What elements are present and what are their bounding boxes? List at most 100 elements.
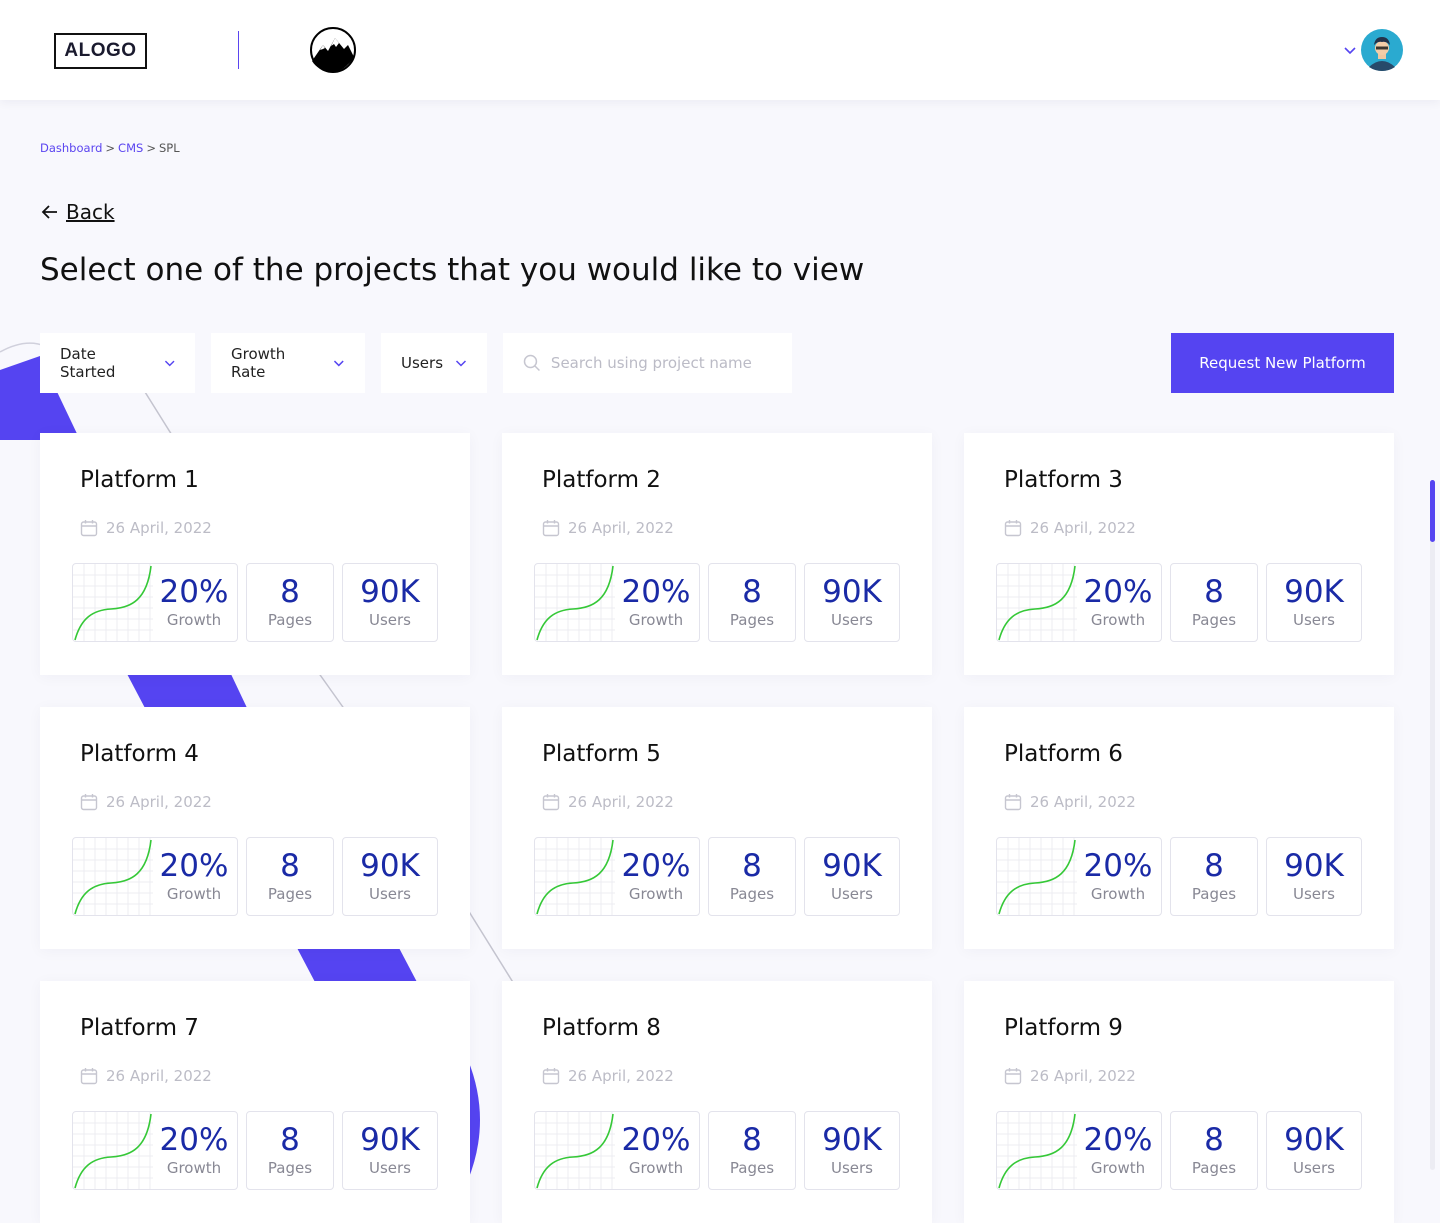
growth-value: 20% — [621, 1122, 691, 1158]
users-label: Users — [368, 885, 411, 903]
users-stat: 90K Users — [342, 1111, 438, 1190]
growth-mini-chart — [535, 564, 615, 641]
growth-mini-chart — [535, 1112, 615, 1189]
breadcrumb-dashboard[interactable]: Dashboard — [40, 141, 102, 155]
pages-label: Pages — [729, 611, 775, 629]
request-new-platform-button[interactable]: Request New Platform — [1171, 333, 1394, 393]
pages-value: 8 — [742, 848, 762, 884]
growth-value: 20% — [159, 848, 229, 884]
search-icon — [523, 354, 540, 371]
platform-date-text: 26 April, 2022 — [106, 1067, 212, 1085]
platform-card[interactable]: Platform 6 26 April, 2022 20% Growth 8 P… — [964, 707, 1394, 949]
platform-date-text: 26 April, 2022 — [106, 793, 212, 811]
platform-date: 26 April, 2022 — [80, 1067, 212, 1085]
calendar-icon — [542, 794, 560, 811]
platform-card[interactable]: Platform 7 26 April, 2022 20% Growth 8 P… — [40, 981, 470, 1223]
growth-mini-chart — [73, 1112, 153, 1189]
mountain-icon[interactable] — [310, 27, 356, 73]
brand-logo[interactable]: ALOGO — [54, 33, 147, 69]
users-value: 90K — [822, 574, 882, 610]
pages-label: Pages — [267, 885, 313, 903]
platform-card[interactable]: Platform 4 26 April, 2022 20% Growth 8 P… — [40, 707, 470, 949]
growth-stat: 20% Growth — [996, 1111, 1162, 1190]
platform-card[interactable]: Platform 8 26 April, 2022 20% Growth 8 P… — [502, 981, 932, 1223]
platform-date: 26 April, 2022 — [1004, 519, 1136, 537]
users-stat: 90K Users — [804, 1111, 900, 1190]
users-value: 90K — [1284, 574, 1344, 610]
platform-date: 26 April, 2022 — [542, 793, 674, 811]
users-stat: 90K Users — [804, 837, 900, 916]
platform-date: 26 April, 2022 — [542, 519, 674, 537]
filter-date-started[interactable]: Date Started — [40, 333, 195, 393]
growth-stat: 20% Growth — [534, 1111, 700, 1190]
pages-label: Pages — [1191, 611, 1237, 629]
chevron-down-icon — [334, 360, 345, 367]
calendar-icon — [80, 520, 98, 537]
platform-card[interactable]: Platform 9 26 April, 2022 20% Growth 8 P… — [964, 981, 1394, 1223]
breadcrumb-separator: > — [146, 141, 156, 155]
filter-growth-rate[interactable]: Growth Rate — [211, 333, 365, 393]
pages-stat: 8 Pages — [708, 837, 796, 916]
top-bar: ALOGO — [0, 0, 1440, 100]
platform-card[interactable]: Platform 5 26 April, 2022 20% Growth 8 P… — [502, 707, 932, 949]
users-label: Users — [1292, 611, 1335, 629]
platform-date-text: 26 April, 2022 — [568, 519, 674, 537]
users-label: Users — [830, 1159, 873, 1177]
filter-users[interactable]: Users — [381, 333, 487, 393]
breadcrumb-cms[interactable]: CMS — [118, 141, 143, 155]
platform-name: Platform 5 — [542, 741, 661, 767]
users-value: 90K — [1284, 848, 1344, 884]
users-stat: 90K Users — [342, 563, 438, 642]
growth-mini-chart — [73, 838, 153, 915]
brand-logo-text: ALOGO — [64, 40, 137, 61]
growth-value: 20% — [621, 574, 691, 610]
pages-value: 8 — [742, 1122, 762, 1158]
chevron-down-icon[interactable] — [1343, 43, 1357, 57]
calendar-icon — [542, 520, 560, 537]
users-stat: 90K Users — [342, 837, 438, 916]
platform-name: Platform 7 — [80, 1015, 199, 1041]
growth-label: Growth — [628, 885, 684, 903]
pages-value: 8 — [742, 574, 762, 610]
scrollbar-track[interactable] — [1430, 480, 1435, 1170]
pages-label: Pages — [729, 885, 775, 903]
platform-card[interactable]: Platform 1 26 April, 2022 20% Growth 8 P… — [40, 433, 470, 675]
platform-date-text: 26 April, 2022 — [106, 519, 212, 537]
platform-date-text: 26 April, 2022 — [568, 793, 674, 811]
growth-stat: 20% Growth — [72, 837, 238, 916]
search-box — [503, 333, 792, 393]
chevron-down-icon — [164, 360, 175, 367]
growth-label: Growth — [628, 611, 684, 629]
search-input[interactable] — [548, 353, 772, 373]
scrollbar-thumb[interactable] — [1430, 480, 1435, 542]
growth-stat: 20% Growth — [996, 837, 1162, 916]
chevron-down-icon — [455, 360, 467, 367]
pages-value: 8 — [280, 574, 300, 610]
platform-date-text: 26 April, 2022 — [1030, 519, 1136, 537]
growth-label: Growth — [166, 885, 222, 903]
platform-name: Platform 9 — [1004, 1015, 1123, 1041]
platform-name: Platform 1 — [80, 467, 199, 493]
calendar-icon — [1004, 794, 1022, 811]
growth-stat: 20% Growth — [996, 563, 1162, 642]
pages-value: 8 — [280, 1122, 300, 1158]
users-label: Users — [830, 611, 873, 629]
platform-date: 26 April, 2022 — [542, 1067, 674, 1085]
back-link[interactable]: Back — [40, 200, 115, 224]
growth-label: Growth — [1090, 885, 1146, 903]
users-value: 90K — [360, 1122, 420, 1158]
avatar-icon[interactable] — [1361, 29, 1403, 71]
platform-card[interactable]: Platform 2 26 April, 2022 20% Growth 8 P… — [502, 433, 932, 675]
platform-date: 26 April, 2022 — [1004, 1067, 1136, 1085]
platform-name: Platform 2 — [542, 467, 661, 493]
users-label: Users — [830, 885, 873, 903]
platform-name: Platform 8 — [542, 1015, 661, 1041]
calendar-icon — [80, 794, 98, 811]
platform-card[interactable]: Platform 3 26 April, 2022 20% Growth 8 P… — [964, 433, 1394, 675]
growth-stat: 20% Growth — [72, 563, 238, 642]
filter-label: Users — [401, 354, 444, 372]
growth-value: 20% — [1083, 848, 1153, 884]
users-value: 90K — [822, 1122, 882, 1158]
users-value: 90K — [360, 574, 420, 610]
back-label: Back — [66, 200, 115, 224]
